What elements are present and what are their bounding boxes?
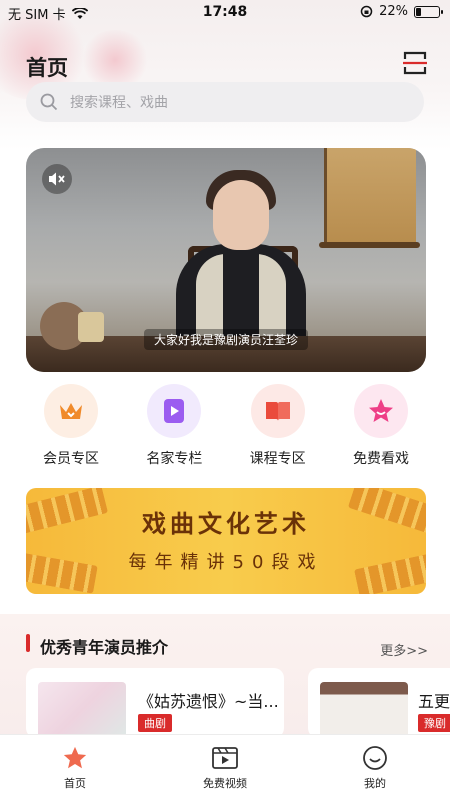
scan-icon xyxy=(403,51,427,75)
card-thumbnail xyxy=(320,682,408,738)
card-thumbnail xyxy=(38,682,126,738)
more-link[interactable]: 更多>> xyxy=(380,640,428,659)
page-title: 首页 xyxy=(26,56,68,80)
blossom-decoration xyxy=(80,30,150,90)
volume-mute-icon xyxy=(49,172,65,186)
category-icon-bg xyxy=(44,384,98,438)
battery-percent: 22% xyxy=(379,4,408,19)
category-label: 免费看戏 xyxy=(352,451,409,467)
star-icon xyxy=(368,399,393,422)
search-placeholder: 搜索课程、戏曲 xyxy=(70,95,168,111)
category-free-shows[interactable]: 免费看戏 xyxy=(336,384,426,474)
category-icon-bg xyxy=(353,384,408,438)
category-masters[interactable]: 名家专栏 xyxy=(129,384,219,474)
search-bar[interactable]: 搜索课程、戏曲 xyxy=(26,82,424,122)
tab-label: 免费视频 xyxy=(203,777,247,790)
play-icon xyxy=(164,399,185,423)
category-icon-bg xyxy=(250,384,305,438)
status-bar: 无 SIM 卡 17:48 22% xyxy=(0,0,450,24)
card-title: 五更 xyxy=(418,692,450,711)
search-icon xyxy=(40,93,58,111)
card-title: 《姑苏遗恨》~当... xyxy=(138,692,279,711)
category-vip[interactable]: 会员专区 xyxy=(26,384,116,474)
mute-button[interactable] xyxy=(42,164,72,194)
book-icon xyxy=(265,402,290,421)
battery-icon xyxy=(414,5,443,18)
scan-button[interactable] xyxy=(402,50,428,76)
video-subtitle: 大家好我是豫剧演员汪荃珍 xyxy=(143,329,308,350)
category-icon-bg xyxy=(147,384,202,438)
subtitle-bar: 大家好我是豫剧演员汪荃珍 xyxy=(26,329,426,350)
card-tag: 豫剧 xyxy=(418,714,450,732)
card-tag: 曲剧 xyxy=(138,714,172,732)
promo-banner[interactable]: 戏曲文化艺术 每年精讲50段戏 xyxy=(26,488,426,594)
category-courses[interactable]: 课程专区 xyxy=(233,384,323,474)
video-icon xyxy=(212,747,238,769)
tab-label: 首页 xyxy=(64,777,86,790)
section-marker xyxy=(26,634,30,652)
featured-video[interactable]: 大家好我是豫剧演员汪荃珍 xyxy=(26,148,426,372)
banner-title: 戏曲文化艺术 xyxy=(142,509,310,538)
crown-icon xyxy=(60,403,82,419)
tab-free-videos[interactable]: 免费视频 xyxy=(150,735,300,800)
scroll-painting xyxy=(319,148,420,248)
category-label: 会员专区 xyxy=(43,451,99,467)
category-label: 名家专栏 xyxy=(146,451,203,467)
actor-card[interactable]: 《姑苏遗恨》~当... 曲剧 xyxy=(26,668,284,738)
tab-profile[interactable]: 我的 xyxy=(300,735,450,800)
category-label: 课程专区 xyxy=(249,451,306,467)
home-star-icon xyxy=(63,746,87,769)
performer-head xyxy=(213,180,269,250)
tab-home[interactable]: 首页 xyxy=(0,735,150,800)
section-title: 优秀青年演员推介 xyxy=(40,638,169,657)
profile-smile-icon xyxy=(363,746,387,770)
tab-label: 我的 xyxy=(364,777,386,790)
banner-subtitle: 每年精讲50段戏 xyxy=(128,552,324,573)
actor-card[interactable]: 五更 豫剧 xyxy=(308,668,450,738)
rotation-lock-icon xyxy=(360,5,373,18)
battery-level xyxy=(416,7,421,16)
bottom-tab-bar: 首页 免费视频 我的 xyxy=(0,734,450,800)
category-nav: 会员专区 名家专栏 课程专区 免费看戏 xyxy=(26,384,426,474)
